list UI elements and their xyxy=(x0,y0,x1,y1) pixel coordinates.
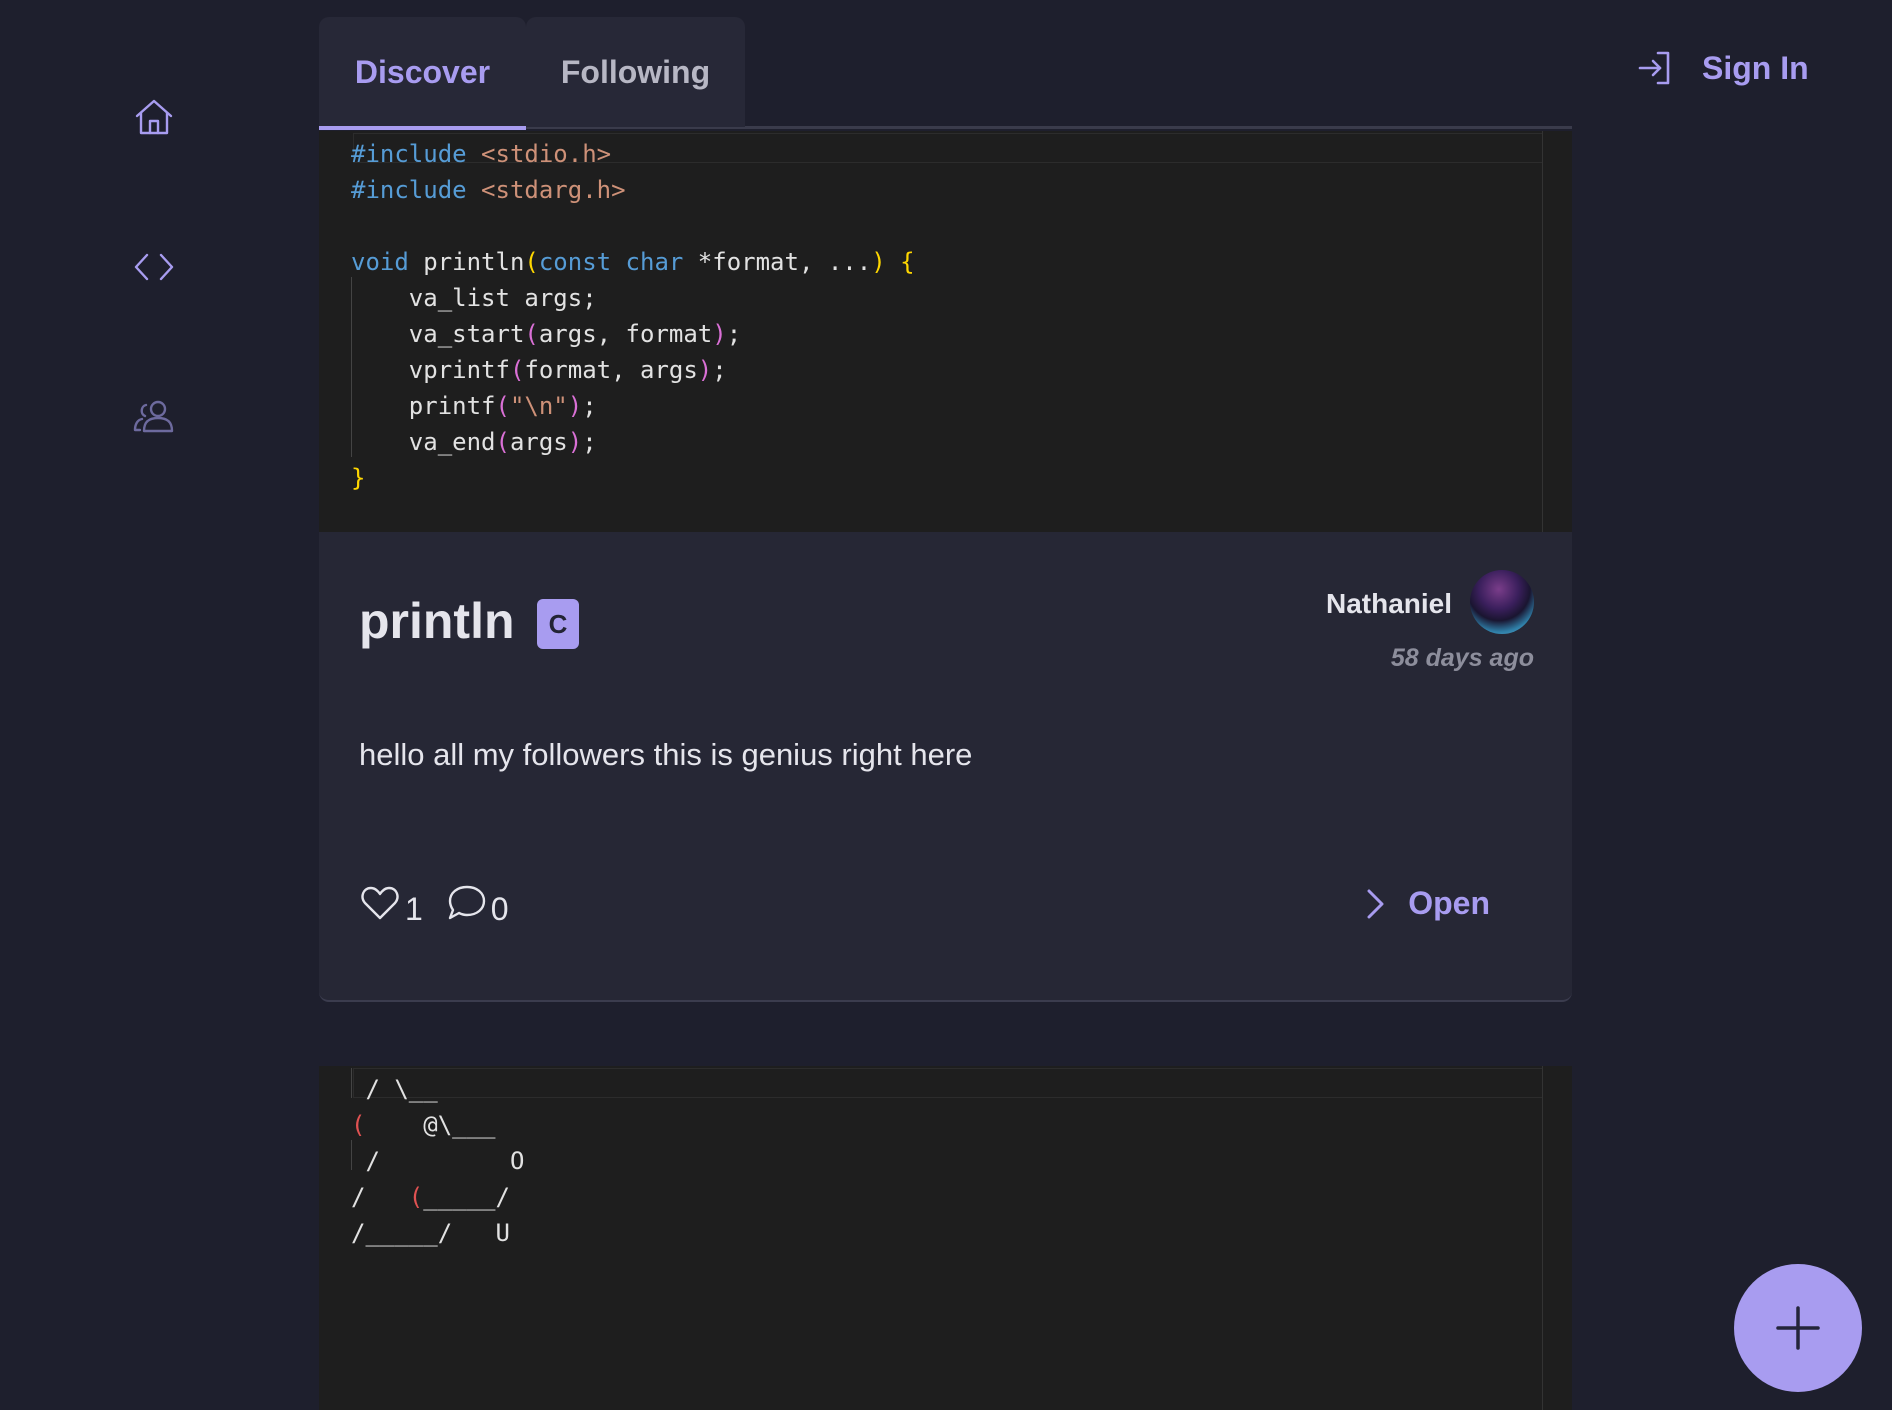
sign-in-button[interactable]: Sign In xyxy=(1636,44,1809,92)
home-icon xyxy=(135,99,173,135)
code-line: void println(const char *format, ...) { xyxy=(351,248,915,276)
code-line: va_end(args); xyxy=(351,428,597,456)
like-button[interactable]: 1 xyxy=(359,882,423,927)
code-scrollbar[interactable] xyxy=(1542,131,1572,532)
post-card: println C Nathaniel 58 days ago hello al… xyxy=(319,532,1572,1002)
language-badge: C xyxy=(537,599,579,649)
sign-in-label: Sign In xyxy=(1702,49,1809,86)
create-post-button[interactable] xyxy=(1734,1264,1862,1392)
code-line: printf("\n"); xyxy=(351,392,597,420)
code-line: /_____/ U xyxy=(351,1219,510,1247)
code-line: #include <stdio.h> xyxy=(351,140,612,168)
code-line: } xyxy=(351,464,366,492)
code-icon xyxy=(134,253,174,281)
code-line: ( @\___ xyxy=(351,1111,496,1139)
like-count: 1 xyxy=(405,890,423,927)
code-line: / (_____/ xyxy=(351,1183,510,1211)
plus-icon xyxy=(1776,1306,1820,1350)
chevron-right-icon xyxy=(1367,889,1384,918)
code-line: / O xyxy=(351,1147,525,1175)
heart-icon xyxy=(361,886,399,920)
users-icon xyxy=(133,400,174,433)
avatar[interactable] xyxy=(1470,570,1534,634)
post-timestamp: 58 days ago xyxy=(1390,644,1534,672)
sidebar-item-users[interactable] xyxy=(130,395,178,443)
code-line: #include <stdarg.h> xyxy=(351,176,626,204)
post-stats: 1 0 xyxy=(359,882,531,927)
code-scrollbar[interactable] xyxy=(1542,1066,1572,1410)
sidebar-item-code[interactable] xyxy=(130,243,178,291)
code-preview[interactable]: / \__ ( @\___ / O / (_____/ /_____/ U xyxy=(319,1066,1572,1410)
code-text: / \__ ( @\___ / O / (_____/ /_____/ U xyxy=(351,1071,524,1251)
comment-icon xyxy=(448,885,485,920)
tab-discover[interactable]: Discover xyxy=(319,17,526,127)
code-line: vprintf(format, args); xyxy=(351,356,727,384)
code-line: va_start(args, format); xyxy=(351,320,742,348)
code-text: #include <stdio.h> #include <stdarg.h> v… xyxy=(351,136,915,496)
code-top-bar xyxy=(353,1068,1570,1098)
comment-count: 0 xyxy=(490,890,509,927)
post-description: hello all my followers this is genius ri… xyxy=(359,737,973,772)
feed-tabs: Discover Following xyxy=(319,17,745,130)
comment-button[interactable]: 0 xyxy=(445,882,509,927)
code-preview[interactable]: #include <stdio.h> #include <stdarg.h> v… xyxy=(319,131,1572,532)
author-name[interactable]: Nathaniel xyxy=(1326,588,1452,620)
sidebar-item-home[interactable] xyxy=(130,93,178,141)
sign-in-icon xyxy=(1638,51,1670,85)
code-line: / \__ xyxy=(351,1075,438,1103)
post-title: println xyxy=(359,593,515,649)
tab-following[interactable]: Following xyxy=(526,17,745,127)
active-tab-indicator xyxy=(319,126,526,130)
open-label: Open xyxy=(1408,885,1490,921)
open-post-button[interactable]: Open xyxy=(1360,885,1490,922)
code-line: va_list args; xyxy=(351,284,597,312)
